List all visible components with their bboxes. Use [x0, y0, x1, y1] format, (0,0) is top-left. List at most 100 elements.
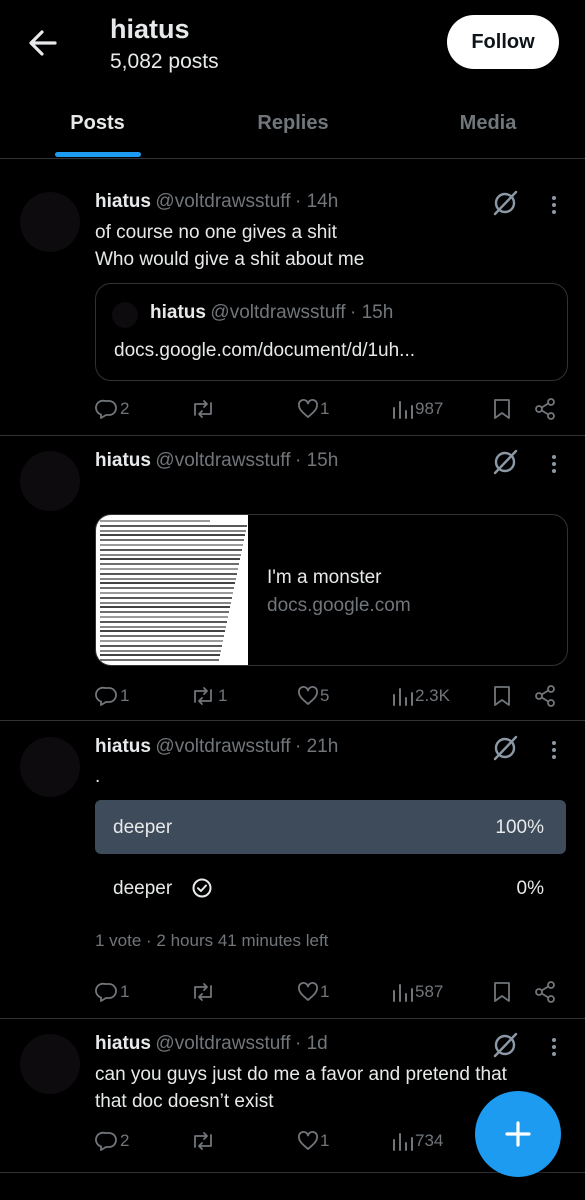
poll-option[interactable]: deeper 100%: [95, 800, 566, 854]
link-card[interactable]: I'm a monster docs.google.com: [95, 514, 568, 666]
repost-icon: [194, 687, 212, 705]
more-button[interactable]: [545, 735, 563, 765]
author-handle[interactable]: @voltdrawsstuff: [155, 191, 290, 212]
reply-icon: [95, 399, 117, 419]
views-icon: [393, 1133, 413, 1151]
poll-meta: 1 vote · 2 hours 41 minutes left: [95, 931, 329, 950]
views-button[interactable]: [392, 684, 414, 708]
thumbnail-text-line: [100, 539, 244, 542]
post-text: of course no one gives a shit Who would …: [95, 222, 365, 270]
tab-posts[interactable]: Posts: [40, 112, 155, 135]
share-button[interactable]: [533, 684, 557, 708]
thumbnail-text-line: [100, 520, 210, 522]
views-button[interactable]: [392, 980, 414, 1004]
thumbnail-text-line: [100, 620, 227, 623]
card-thumbnail: [96, 515, 248, 665]
repost-button[interactable]: [190, 397, 216, 421]
like-button[interactable]: [296, 1129, 320, 1153]
author-name[interactable]: hiatus: [95, 736, 151, 757]
grok-icon: [493, 735, 518, 761]
poll-option[interactable]: deeper 0%: [95, 862, 566, 916]
thumbnail-text-line: [100, 572, 237, 575]
share-button[interactable]: [533, 980, 557, 1004]
like-button[interactable]: [296, 980, 320, 1004]
thumbnail-text-line: [100, 635, 224, 638]
thumbnail-text-line: [100, 563, 239, 566]
like-count: 1: [320, 1131, 330, 1150]
reply-button[interactable]: [95, 1129, 119, 1153]
poll-option-label: deeper: [113, 878, 173, 899]
bookmark-icon: [494, 399, 510, 419]
bookmark-icon: [494, 686, 510, 706]
thumbnail-text-line: [100, 582, 235, 585]
repost-button[interactable]: [190, 1129, 216, 1153]
thumbnail-text-line: [100, 611, 229, 614]
tab-indicator: [55, 152, 141, 157]
views-button[interactable]: [392, 1129, 414, 1153]
more-button[interactable]: [545, 449, 563, 479]
author-handle[interactable]: @voltdrawsstuff: [155, 1033, 290, 1054]
reply-icon: [95, 982, 117, 1002]
like-button[interactable]: [296, 684, 320, 708]
post-count: 5,082 posts: [110, 50, 219, 73]
thumbnail-text-line: [100, 644, 222, 647]
quoted-post[interactable]: hiatus @voltdrawsstuff · 15h docs.google…: [95, 283, 568, 381]
share-button[interactable]: [533, 397, 557, 421]
grok-button[interactable]: [490, 188, 520, 218]
divider: [0, 720, 585, 721]
grok-button[interactable]: [490, 447, 520, 477]
follow-button[interactable]: Follow: [447, 15, 559, 69]
compose-button[interactable]: [475, 1091, 561, 1177]
reply-button[interactable]: [95, 684, 119, 708]
avatar[interactable]: [20, 1034, 80, 1094]
avatar[interactable]: [20, 451, 80, 511]
divider: [0, 1018, 585, 1019]
tab-replies[interactable]: Replies: [228, 112, 358, 135]
avatar[interactable]: [20, 192, 80, 252]
poll-option-percent: 0%: [516, 878, 544, 899]
author-name[interactable]: hiatus: [95, 450, 151, 471]
repost-count: 1: [218, 686, 228, 705]
like-button[interactable]: [296, 397, 320, 421]
reply-button[interactable]: [95, 397, 119, 421]
repost-button[interactable]: [190, 684, 216, 708]
grok-button[interactable]: [490, 733, 520, 763]
author-name[interactable]: hiatus: [95, 1033, 151, 1054]
author-handle[interactable]: @voltdrawsstuff: [155, 450, 290, 471]
more-button[interactable]: [545, 1032, 563, 1062]
action-bar: 1 1 5 2.3K: [0, 682, 585, 710]
thumbnail-text-line: [100, 592, 233, 594]
tab-media[interactable]: Media: [428, 112, 548, 135]
author-name: hiatus: [150, 302, 206, 323]
views-button[interactable]: [392, 397, 414, 421]
back-arrow-icon: [29, 30, 57, 56]
post-header: hiatus @voltdrawsstuff · 1d: [95, 1033, 328, 1055]
grok-button[interactable]: [490, 1030, 520, 1060]
like-count: 5: [320, 686, 330, 705]
view-count: 734: [415, 1131, 444, 1150]
avatar[interactable]: [20, 737, 80, 797]
card-domain: docs.google.com: [267, 595, 411, 616]
thumbnail-text-line: [100, 568, 238, 570]
bookmark-button[interactable]: [491, 397, 513, 421]
thumbnail-text-line: [100, 649, 221, 652]
quote-text: docs.google.com/document/d/1uh...: [114, 340, 416, 361]
view-count: 2.3K: [415, 686, 450, 705]
bookmark-button[interactable]: [491, 980, 513, 1004]
share-icon: [535, 981, 555, 1003]
reply-button[interactable]: [95, 980, 119, 1004]
back-button[interactable]: [22, 22, 64, 64]
quote-header: hiatus @voltdrawsstuff · 15h: [150, 302, 393, 324]
more-icon: [552, 1038, 556, 1056]
author-name[interactable]: hiatus: [95, 191, 151, 212]
repost-button[interactable]: [190, 980, 216, 1004]
thumbnail-text-line: [100, 534, 245, 537]
bookmark-button[interactable]: [491, 684, 513, 708]
reply-count: 1: [120, 686, 130, 705]
like-icon: [298, 399, 318, 418]
more-button[interactable]: [545, 190, 563, 220]
reply-icon: [95, 686, 117, 706]
thumbnail-text-line: [100, 654, 220, 657]
card-title: I'm a monster: [267, 567, 382, 588]
author-handle[interactable]: @voltdrawsstuff: [155, 736, 290, 757]
